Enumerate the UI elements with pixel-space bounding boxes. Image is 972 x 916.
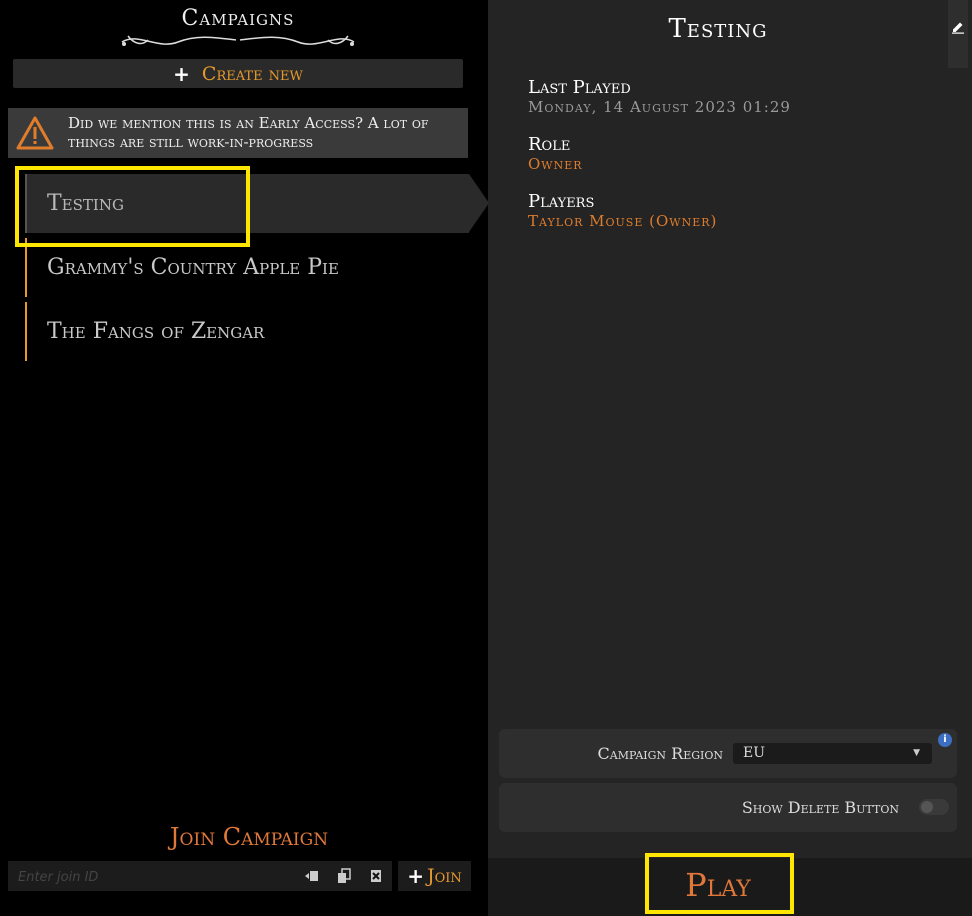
warning-text: Did we mention this is an Early Access? … bbox=[68, 114, 429, 151]
play-button-label: Play bbox=[685, 866, 751, 904]
last-played-value: Monday, 14 August 2023 01:29 bbox=[528, 98, 791, 116]
warning-icon bbox=[16, 116, 54, 150]
campaign-region-label: Campaign Region bbox=[597, 744, 723, 763]
show-delete-label: Show Delete Button bbox=[741, 798, 899, 817]
show-delete-toggle[interactable] bbox=[919, 799, 949, 815]
pencil-icon bbox=[952, 22, 964, 34]
plus-icon: + bbox=[407, 864, 424, 888]
campaign-region-select[interactable]: EU ▼ bbox=[733, 743, 932, 764]
last-played-section: Last Played Monday, 14 August 2023 01:29 bbox=[528, 77, 948, 117]
clear-icon[interactable] bbox=[368, 868, 384, 884]
plus-icon: + bbox=[173, 61, 190, 86]
players-value: Taylor Mouse (Owner) bbox=[528, 212, 718, 230]
early-access-warning: Did we mention this is an Early Access? … bbox=[8, 108, 468, 158]
last-played-label: Last Played bbox=[528, 77, 631, 98]
players-section: Players Taylor Mouse (Owner) bbox=[528, 191, 948, 231]
title-flourish-icon bbox=[121, 35, 355, 46]
join-id-input[interactable] bbox=[8, 861, 300, 893]
campaign-detail-title: Testing bbox=[668, 14, 768, 44]
join-button[interactable]: + Join bbox=[398, 861, 471, 891]
campaign-item-label: The Fangs of Zengar bbox=[47, 319, 265, 344]
dropdown-caret-icon: ▼ bbox=[913, 748, 920, 758]
role-section: Role Owner bbox=[528, 134, 948, 174]
paste-icon[interactable] bbox=[304, 868, 320, 884]
campaign-region-row: Campaign Region EU ▼ bbox=[499, 729, 957, 778]
create-new-button[interactable]: + Create new bbox=[13, 59, 463, 88]
campaign-item-testing[interactable]: Testing bbox=[25, 174, 489, 233]
role-label: Role bbox=[528, 134, 571, 155]
campaign-item-label: Testing bbox=[47, 191, 124, 216]
info-icon[interactable]: i bbox=[938, 733, 952, 747]
show-delete-row: Show Delete Button bbox=[499, 783, 957, 832]
create-new-label: Create new bbox=[201, 62, 303, 85]
play-button[interactable]: Play bbox=[647, 857, 789, 913]
campaign-item-grammys-country-apple-pie[interactable]: Grammy's Country Apple Pie bbox=[25, 238, 469, 297]
campaign-details-panel: Testing Last Played Monday, 14 August 20… bbox=[488, 0, 972, 916]
join-button-label: Join bbox=[426, 865, 462, 887]
campaign-list: Testing Grammy's Country Apple Pie The F… bbox=[25, 174, 489, 366]
join-campaign-title: Join Campaign bbox=[169, 823, 329, 851]
campaign-item-label: Grammy's Country Apple Pie bbox=[47, 255, 339, 280]
campaign-item-the-fangs-of-zengar[interactable]: The Fangs of Zengar bbox=[25, 302, 469, 361]
campaign-region-value: EU bbox=[743, 745, 766, 761]
join-id-field-container bbox=[8, 861, 392, 893]
toggle-knob bbox=[921, 801, 933, 813]
players-label: Players bbox=[528, 191, 595, 212]
role-value: Owner bbox=[528, 155, 583, 173]
campaigns-panel: Campaigns + Create new Did we mention th… bbox=[0, 0, 489, 916]
edit-button[interactable] bbox=[948, 0, 968, 68]
copy-icon[interactable] bbox=[336, 868, 352, 884]
